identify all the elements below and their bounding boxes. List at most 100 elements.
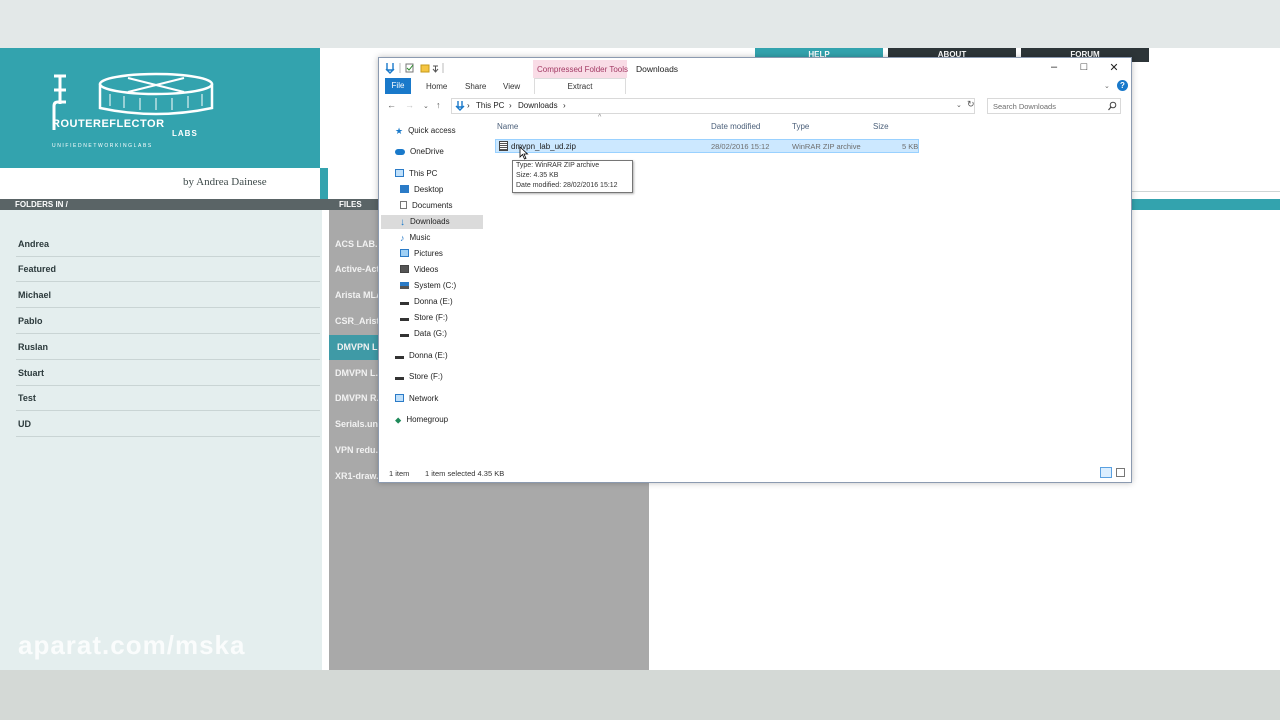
routereflector-logo: ROUTEREFLECTOR LABS UNIFIEDNETWORKINGLAB… bbox=[52, 72, 214, 149]
folder-item[interactable]: Stuart bbox=[16, 361, 320, 386]
tab-view[interactable]: View bbox=[503, 82, 520, 91]
zip-icon bbox=[499, 141, 508, 151]
file-item-selected[interactable]: DMVPN L... bbox=[329, 335, 381, 360]
logo-panel: ROUTEREFLECTOR LABS UNIFIEDNETWORKINGLAB… bbox=[0, 48, 320, 168]
music-icon: ♪ bbox=[400, 233, 405, 243]
file-item[interactable]: Serials.un... bbox=[335, 412, 379, 437]
nav-videos[interactable]: Videos bbox=[400, 262, 438, 277]
title-bar[interactable] bbox=[379, 58, 1131, 78]
close-button[interactable]: ✕ bbox=[1100, 61, 1128, 74]
nav-desktop[interactable]: Desktop bbox=[400, 182, 443, 197]
breadcrumb-this-pc[interactable]: This PC bbox=[476, 101, 504, 110]
file-item[interactable]: DMVPN L... bbox=[335, 361, 379, 386]
file-item[interactable]: Active-Act... bbox=[335, 257, 379, 282]
file-explorer-window: Compressed Folder Tools Downloads – □ ✕ … bbox=[378, 57, 1132, 483]
nav-music[interactable]: ♪ Music bbox=[400, 230, 430, 245]
back-arrow-icon[interactable]: ← bbox=[387, 100, 396, 110]
file-item[interactable]: CSR_Arist... bbox=[335, 309, 379, 334]
folder-item[interactable]: Featured bbox=[16, 257, 320, 282]
column-header-size[interactable]: Size bbox=[873, 122, 889, 131]
column-header-type[interactable]: Type bbox=[792, 122, 809, 131]
forward-arrow-icon[interactable]: → bbox=[405, 100, 414, 110]
new-folder-icon[interactable] bbox=[420, 64, 430, 73]
folders-header: FOLDERS IN / bbox=[15, 200, 68, 209]
nav-documents[interactable]: Documents bbox=[400, 198, 452, 213]
nav-homegroup[interactable]: ⬥ Homegroup bbox=[395, 412, 448, 427]
contextual-tab-label: Compressed Folder Tools bbox=[537, 65, 629, 74]
network-icon bbox=[395, 394, 404, 402]
window-title: Downloads bbox=[636, 64, 679, 74]
nav-onedrive[interactable]: OneDrive bbox=[395, 144, 444, 159]
up-arrow-icon[interactable]: ↑ bbox=[436, 100, 441, 110]
watermark: aparat.com/mska bbox=[18, 630, 246, 660]
folder-item[interactable]: Michael bbox=[16, 283, 320, 308]
pin-icon[interactable] bbox=[432, 65, 439, 73]
bottom-strip bbox=[0, 670, 1280, 720]
nav-quick-access[interactable]: ★ Quick access bbox=[395, 123, 456, 138]
maximize-button[interactable]: □ bbox=[1070, 61, 1098, 73]
downloads-location-icon bbox=[455, 101, 465, 111]
file-type: WinRAR ZIP archive bbox=[792, 142, 861, 151]
details-view-icon[interactable] bbox=[1100, 467, 1112, 478]
nav-system-c[interactable]: System (C:) bbox=[400, 278, 456, 293]
search-icon[interactable] bbox=[1108, 101, 1117, 111]
nav-store-f[interactable]: Store (F:) bbox=[400, 310, 448, 325]
author-credit: by Andrea Dainese bbox=[183, 176, 267, 188]
tooltip-date: Date modified: 28/02/2016 15:12 bbox=[516, 182, 618, 189]
folder-item[interactable]: Test bbox=[16, 386, 320, 411]
refresh-icon[interactable]: ↻ bbox=[967, 99, 975, 110]
column-header-date[interactable]: Date modified bbox=[711, 122, 760, 131]
nav-pictures[interactable]: Pictures bbox=[400, 246, 443, 261]
minimize-button[interactable]: – bbox=[1040, 61, 1068, 73]
status-selection: 1 item selected 4.35 KB bbox=[425, 469, 505, 478]
tab-share[interactable]: Share bbox=[465, 82, 486, 91]
windows-drive-icon bbox=[400, 282, 409, 289]
nav-downloads[interactable]: ↓ Downloads bbox=[400, 214, 450, 229]
tab-extract[interactable]: Extract bbox=[534, 78, 626, 94]
logo-line2: LABS bbox=[172, 129, 198, 138]
file-item[interactable]: VPN redu... bbox=[335, 438, 379, 463]
header-accent bbox=[320, 168, 328, 199]
tab-file[interactable]: File bbox=[385, 78, 411, 94]
search-placeholder: Search Downloads bbox=[993, 102, 1056, 111]
file-item[interactable]: Arista MLA... bbox=[335, 283, 379, 308]
recent-locations-icon[interactable]: ⌄ bbox=[423, 102, 429, 110]
nav-data-g[interactable]: Data (G:) bbox=[400, 326, 447, 341]
help-icon[interactable]: ? bbox=[1117, 80, 1128, 91]
drive-icon bbox=[395, 353, 404, 359]
folder-item[interactable]: Andrea bbox=[16, 232, 320, 257]
author-row bbox=[0, 168, 320, 199]
nav-donna-e-root[interactable]: Donna (E:) bbox=[395, 348, 448, 363]
homegroup-icon: ⬥ bbox=[395, 415, 402, 425]
address-dropdown-icon[interactable]: ⌄ bbox=[956, 101, 962, 109]
videos-icon bbox=[400, 265, 409, 273]
column-header-name[interactable]: Name bbox=[497, 122, 518, 131]
divider bbox=[1130, 191, 1280, 192]
nav-this-pc[interactable]: This PC bbox=[395, 166, 437, 181]
cloud-icon bbox=[395, 149, 405, 155]
file-item[interactable]: DMVPN R... bbox=[335, 386, 379, 411]
logo-tagline: UNIFIEDNETWORKINGLABS bbox=[52, 143, 153, 149]
file-date: 28/02/2016 15:12 bbox=[711, 142, 770, 151]
file-size: 5 KB bbox=[902, 142, 919, 151]
mouse-cursor-icon bbox=[519, 146, 529, 160]
pictures-icon bbox=[400, 249, 409, 257]
nav-network[interactable]: Network bbox=[395, 391, 438, 406]
tab-home[interactable]: Home bbox=[426, 82, 447, 91]
expand-ribbon-icon[interactable]: ⌄ bbox=[1104, 82, 1110, 90]
folder-item[interactable]: UD bbox=[16, 412, 320, 437]
logo-line1: ROUTEREFLECTOR bbox=[52, 118, 165, 130]
file-item[interactable]: XR1-draw... bbox=[335, 464, 379, 489]
drive-icon bbox=[400, 315, 409, 321]
quick-access-toolbar bbox=[385, 63, 444, 74]
nav-store-f-root[interactable]: Store (F:) bbox=[395, 369, 443, 384]
document-icon bbox=[400, 201, 407, 209]
nav-donna-e[interactable]: Donna (E:) bbox=[400, 294, 453, 309]
folder-item[interactable]: Pablo bbox=[16, 309, 320, 334]
breadcrumb-downloads[interactable]: Downloads bbox=[518, 101, 558, 110]
sort-ascending-icon: ^ bbox=[598, 114, 602, 121]
folder-item[interactable]: Ruslan bbox=[16, 335, 320, 360]
large-icons-view-icon[interactable] bbox=[1116, 468, 1125, 477]
star-icon: ★ bbox=[395, 126, 404, 136]
file-item[interactable]: ACS LAB... bbox=[335, 232, 379, 257]
